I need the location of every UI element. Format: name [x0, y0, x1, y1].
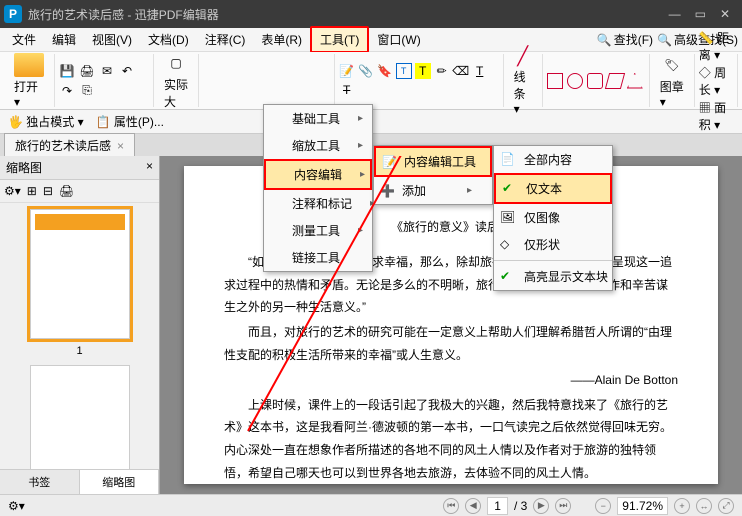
mi-link[interactable]: 链接工具	[264, 244, 372, 271]
thumb-page-1[interactable]	[30, 209, 130, 339]
page-total: / 3	[514, 499, 527, 513]
page-number-input[interactable]: 1	[487, 497, 508, 515]
tools-dropdown: 基础工具▸ 缩放工具▸ 内容编辑▸ 注释和标记▸ 测量工具▸ 链接工具	[263, 104, 373, 272]
distance-button[interactable]: 📏 距离 ▾	[699, 29, 733, 63]
side-tabs: 书签 缩略图	[0, 469, 159, 494]
check-icon: ✔	[502, 181, 518, 197]
exclusive-mode-button[interactable]: 🖐 独占模式 ▾	[8, 113, 84, 130]
mi-measure[interactable]: 测量工具▸	[264, 217, 372, 244]
maximize-icon[interactable]: ▭	[695, 7, 706, 21]
status-bar: ⚙▾ ⏮ ◀ 1 / 3 ▶ ⏭ − 91.72% + ↔ ⤢	[0, 494, 742, 516]
thumb-options-icon[interactable]: ⚙▾	[4, 184, 21, 198]
page-icon: ▢	[164, 51, 188, 75]
check-icon: ✔	[500, 269, 516, 285]
mi-all-content[interactable]: 📄全部内容	[494, 146, 612, 173]
status-options-icon[interactable]: ⚙▾	[8, 499, 25, 513]
mi-content-edit[interactable]: 内容编辑▸	[264, 159, 372, 190]
thumbnails-panel: 缩略图× ⚙▾ ⊞ ⊟ 🖨 1 书签 缩略图	[0, 156, 160, 494]
shapes-grid[interactable]	[547, 73, 645, 89]
stamp-icon[interactable]: 🔖	[377, 63, 393, 79]
area-button[interactable]: ▦ 面积 ▾	[699, 99, 733, 133]
panel-close-icon[interactable]: ×	[146, 159, 153, 176]
properties-button[interactable]: 📋 属性(P)...	[96, 113, 164, 130]
app-logo: P	[4, 5, 22, 23]
minimize-icon[interactable]: —	[669, 7, 681, 21]
menu-tools[interactable]: 工具(T)	[310, 26, 369, 53]
attachment-icon[interactable]: 📎	[358, 63, 374, 79]
note-icon[interactable]: 📝	[339, 63, 355, 79]
thumbnails-list[interactable]: 1	[0, 203, 159, 469]
underline-icon[interactable]: T	[472, 63, 488, 79]
redo-icon[interactable]: ↷	[59, 83, 75, 99]
mi-zoom-tools[interactable]: 缩放工具▸	[264, 132, 372, 159]
mi-image-only[interactable]: 🖼仅图像	[494, 204, 612, 231]
menu-document[interactable]: 文档(D)	[140, 28, 197, 51]
shape-icon: ◇	[500, 237, 516, 253]
actual-size-button[interactable]: ▢ 实际大	[158, 49, 194, 112]
doc-para: 上课时候，课件上的一段话引起了我极大的兴趣，然后我特意找来了《旅行的艺术》这本书…	[224, 394, 678, 484]
shape-circle[interactable]	[567, 73, 583, 89]
shape-cloud[interactable]	[627, 73, 643, 89]
tab-bookmarks[interactable]: 书签	[0, 470, 80, 494]
menu-form[interactable]: 表单(R)	[253, 28, 310, 51]
title-bar: P 旅行的艺术读后感 - 迅捷PDF编辑器 — ▭ ✕	[0, 0, 742, 28]
tab-thumbnails[interactable]: 缩略图	[80, 470, 160, 494]
thumb-header: 缩略图×	[0, 156, 159, 180]
mi-highlight-text[interactable]: ✔高亮显示文本块	[494, 263, 612, 290]
content-type-submenu: 📄全部内容 ✔仅文本 🖼仅图像 ◇仅形状 ✔高亮显示文本块	[493, 145, 613, 291]
doc-author: ——Alain De Botton	[224, 369, 678, 392]
close-icon[interactable]: ✕	[720, 7, 730, 21]
doc-para: 而且，对旅行的艺术的研究可能在一定意义上帮助人们理解希腊哲人所谓的“由理性支配的…	[224, 321, 678, 367]
find-button[interactable]: 🔍查找(F)	[597, 31, 653, 48]
shape-roundrect[interactable]	[587, 73, 603, 89]
menu-view[interactable]: 视图(V)	[84, 28, 140, 51]
pencil-icon[interactable]: ✏	[434, 63, 450, 79]
workspace: 缩略图× ⚙▾ ⊞ ⊟ 🖨 1 书签 缩略图 《旅行的意义》读后感 “如果生活的…	[0, 156, 742, 494]
open-button[interactable]: 打开 ▾	[8, 51, 50, 111]
mi-shape-only[interactable]: ◇仅形状	[494, 231, 612, 258]
shape-para[interactable]	[605, 73, 625, 89]
menu-file[interactable]: 文件	[4, 28, 44, 51]
thumb-num-1: 1	[6, 345, 153, 357]
thumb-enlarge-icon[interactable]: ⊞	[27, 184, 37, 198]
thumb-page-2[interactable]	[30, 365, 130, 469]
menu-comment[interactable]: 注释(C)	[197, 28, 254, 51]
mi-basic-tools[interactable]: 基础工具▸	[264, 105, 372, 132]
strikeout-icon[interactable]: T	[339, 82, 355, 98]
tab-close-icon[interactable]: ×	[117, 139, 124, 153]
mi-text-only[interactable]: ✔仅文本	[494, 173, 612, 204]
mi-add[interactable]: ➕添加▸	[374, 177, 492, 204]
doc-tab[interactable]: 旅行的艺术读后感 ×	[4, 133, 135, 157]
window-title: 旅行的艺术读后感 - 迅捷PDF编辑器	[28, 6, 669, 23]
zoom-level[interactable]: 91.72%	[617, 497, 668, 515]
thumb-shrink-icon[interactable]: ⊟	[43, 184, 53, 198]
save-icon[interactable]: 💾	[59, 63, 75, 79]
menu-window[interactable]: 窗口(W)	[369, 28, 428, 51]
image-icon: 🖼	[500, 210, 516, 226]
eraser-icon[interactable]: ⌫	[453, 63, 469, 79]
stamp-button[interactable]: 🏷 图章 ▾	[654, 51, 690, 111]
perimeter-button[interactable]: ◇ 周长 ▾	[699, 64, 733, 98]
document-area[interactable]: 《旅行的意义》读后感 “如果生活的要义在于追求幸福，那么，除却旅行，很少有别的行…	[160, 156, 742, 494]
highlight-icon[interactable]: T	[415, 63, 431, 79]
text-box-icon[interactable]: T	[396, 63, 412, 79]
mail-icon[interactable]: ✉	[99, 63, 115, 79]
lines-button[interactable]: ╱ 线条 ▾	[508, 44, 538, 118]
menu-edit[interactable]: 编辑	[44, 28, 84, 51]
ribbon-toolbar: 打开 ▾ 💾 🖨 ✉ ↶ ↷ ⎘ ▢ 实际大 📝 📎 🔖 T T ✏ ⌫ T T	[0, 52, 742, 110]
thumb-print-icon[interactable]: 🖨	[59, 184, 74, 198]
copy-icon[interactable]: ⎘	[79, 83, 95, 99]
undo-icon[interactable]: ↶	[119, 63, 135, 79]
thumb-tools: ⚙▾ ⊞ ⊟ 🖨	[0, 180, 159, 203]
menu-bar: 文件 编辑 视图(V) 文档(D) 注释(C) 表单(R) 工具(T) 窗口(W…	[0, 28, 742, 52]
shape-rect[interactable]	[547, 73, 563, 89]
print-icon[interactable]: 🖨	[79, 63, 95, 79]
line-icon: ╱	[517, 46, 528, 67]
mi-annotate[interactable]: 注释和标记▸	[264, 190, 372, 217]
stamp2-icon: 🏷	[660, 53, 684, 77]
folder-icon	[14, 53, 44, 77]
all-icon: 📄	[500, 152, 516, 168]
